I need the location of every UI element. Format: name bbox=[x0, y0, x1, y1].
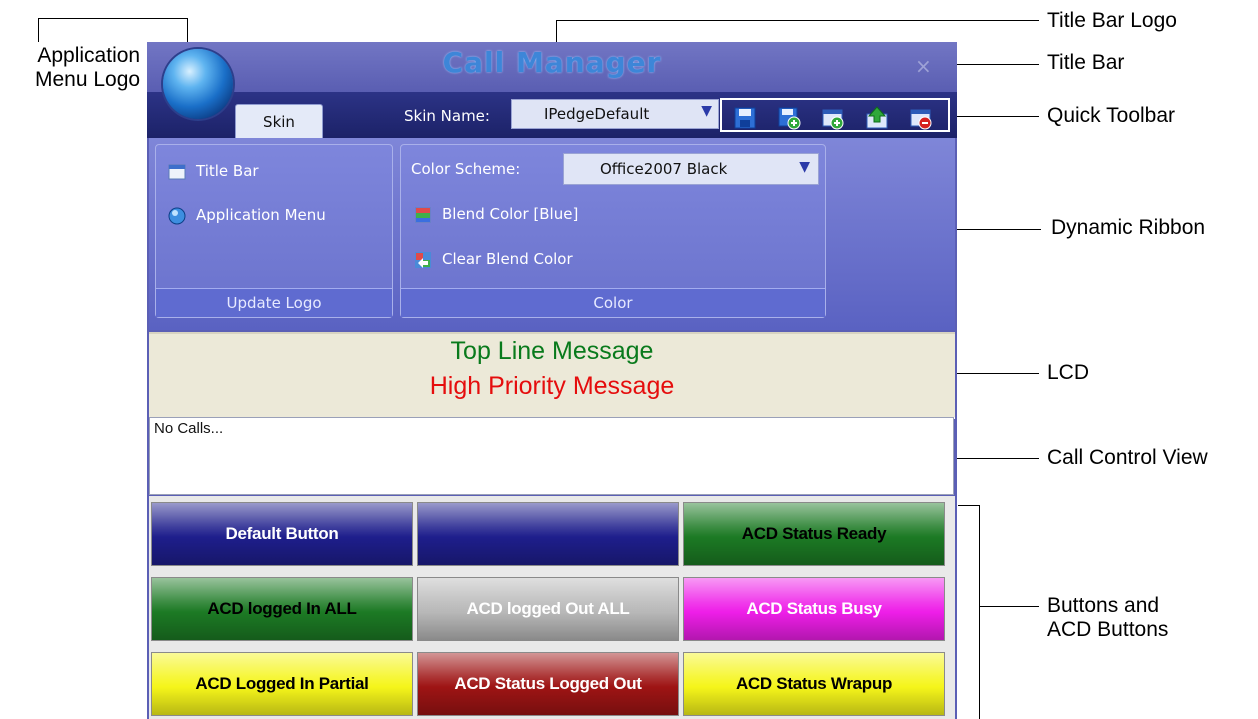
acd-logged-out-all-button[interactable]: ACD logged Out ALL bbox=[417, 577, 679, 641]
callout-lcd: LCD bbox=[1047, 361, 1090, 384]
callout-quick-toolbar: Quick Toolbar bbox=[1047, 104, 1176, 127]
delete-skin-icon[interactable] bbox=[909, 106, 933, 130]
leader-app-menu-h bbox=[38, 18, 187, 19]
leader-quick-toolbar bbox=[955, 116, 1039, 117]
call-control-view[interactable]: No Calls... bbox=[149, 417, 954, 495]
button-grid: Default Button ACD Status Ready ACD logged… bbox=[149, 496, 955, 719]
application-menu-item[interactable]: Application Menu bbox=[196, 206, 326, 224]
application-menu-logo[interactable] bbox=[163, 49, 233, 119]
leader-buttons-top bbox=[958, 505, 980, 506]
group-color: Color Scheme: Office2007 Black ▼ Blend C… bbox=[400, 144, 826, 318]
blank-button[interactable] bbox=[417, 502, 679, 566]
high-priority-message: High Priority Message bbox=[429, 372, 675, 400]
call-manager-window: Call Manager × Skin Skin Name: IPedgeDef… bbox=[147, 42, 957, 719]
title-bar-icon bbox=[168, 164, 186, 180]
title-bar[interactable]: Call Manager × bbox=[147, 42, 957, 92]
acd-status-wrapup-button[interactable]: ACD Status Wrapup bbox=[683, 652, 945, 716]
color-scheme-select[interactable]: Office2007 Black ▼ bbox=[563, 153, 819, 185]
skin-name-value: IPedgeDefault bbox=[544, 105, 650, 123]
leader-title-logo-v bbox=[556, 20, 557, 44]
chevron-down-icon: ▼ bbox=[701, 103, 712, 119]
save-as-new-icon[interactable] bbox=[777, 106, 801, 130]
leader-buttons-v bbox=[979, 505, 980, 719]
acd-status-busy-button[interactable]: ACD Status Busy bbox=[683, 577, 945, 641]
callout-title-bar-logo: Title Bar Logo bbox=[1047, 9, 1177, 32]
quick-toolbar bbox=[720, 98, 950, 132]
group-update-logo: Title Bar Application Menu Update Logo bbox=[155, 144, 393, 318]
blend-color-item[interactable]: Blend Color [Blue] bbox=[442, 205, 578, 223]
callout-title-bar: Title Bar bbox=[1047, 51, 1125, 74]
title-bar-item[interactable]: Title Bar bbox=[196, 162, 259, 180]
leader-app-menu-v1 bbox=[38, 18, 39, 42]
chevron-down-icon: ▼ bbox=[799, 159, 810, 175]
skin-name-select[interactable]: IPedgeDefault ▼ bbox=[511, 99, 719, 129]
lcd-display: Top Line Message High Priority Message bbox=[149, 332, 955, 419]
callout-call-control-view: Call Control View bbox=[1047, 446, 1208, 469]
group-color-title: Color bbox=[401, 288, 825, 317]
callout-app-menu-logo-line1: Application bbox=[37, 44, 141, 67]
leader-buttons-h bbox=[979, 606, 1039, 607]
clear-blend-icon bbox=[415, 252, 431, 268]
callout-app-menu-logo: Application Menu Logo bbox=[35, 44, 140, 92]
acd-logged-in-partial-button[interactable]: ACD Logged In Partial bbox=[151, 652, 413, 716]
upload-icon[interactable] bbox=[865, 106, 889, 130]
top-line-message: Top Line Message bbox=[450, 337, 654, 365]
close-button[interactable]: × bbox=[915, 54, 932, 78]
tab-skin[interactable]: Skin bbox=[235, 104, 323, 139]
blend-color-icon bbox=[415, 207, 431, 223]
save-icon[interactable] bbox=[733, 106, 757, 130]
acd-logged-in-all-button[interactable]: ACD logged In ALL bbox=[151, 577, 413, 641]
clear-blend-item[interactable]: Clear Blend Color bbox=[442, 250, 573, 268]
tab-strip: Skin Skin Name: IPedgeDefault ▼ bbox=[147, 92, 957, 139]
callout-buttons-line1: Buttons and bbox=[1047, 594, 1160, 617]
color-scheme-value: Office2007 Black bbox=[600, 160, 728, 178]
color-scheme-label: Color Scheme: bbox=[411, 160, 521, 178]
acd-status-logged-out-button[interactable]: ACD Status Logged Out bbox=[417, 652, 679, 716]
dynamic-ribbon: Title Bar Application Menu Update Logo C… bbox=[149, 138, 955, 330]
new-skin-icon[interactable] bbox=[821, 106, 845, 130]
window-title: Call Manager bbox=[442, 46, 662, 79]
default-button[interactable]: Default Button bbox=[151, 502, 413, 566]
callout-dynamic-ribbon: Dynamic Ribbon bbox=[1051, 216, 1206, 239]
application-menu-icon bbox=[168, 207, 186, 225]
leader-title-logo-h bbox=[556, 20, 1039, 21]
callout-buttons: Buttons and ACD Buttons bbox=[1047, 594, 1168, 642]
call-status-text: No Calls... bbox=[154, 420, 224, 437]
callout-app-menu-logo-line2: Menu Logo bbox=[35, 68, 141, 91]
acd-status-ready-button[interactable]: ACD Status Ready bbox=[683, 502, 945, 566]
callout-buttons-line2: ACD Buttons bbox=[1047, 618, 1169, 641]
skin-name-label: Skin Name: bbox=[404, 107, 490, 125]
group-update-logo-title: Update Logo bbox=[156, 288, 392, 317]
